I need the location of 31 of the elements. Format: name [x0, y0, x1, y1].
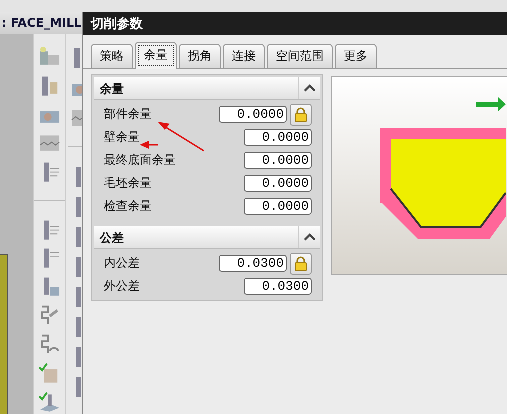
value-input-field[interactable]: 0.0000: [244, 152, 312, 169]
tab[interactable]: 更多: [335, 44, 377, 68]
section-title: 余量: [98, 81, 125, 98]
operation-name: : FACE_MILL: [1, 16, 82, 30]
tab[interactable]: 空间范围: [267, 44, 333, 68]
tab[interactable]: 策略: [91, 44, 133, 68]
lock-icon: [294, 106, 308, 122]
field-label: 最终底面余量: [104, 152, 176, 169]
field-label: 内公差: [104, 255, 140, 272]
lock-icon: [294, 256, 308, 272]
chevron-up-icon: [304, 84, 316, 92]
value-input-field[interactable]: 0.0000: [244, 129, 312, 146]
field-label: 检查余量: [104, 198, 152, 215]
value-input-field[interactable]: 0.0300: [219, 255, 287, 272]
tab[interactable]: 余量: [135, 42, 177, 69]
direction-arrow-icon: [476, 97, 506, 112]
value-input-field[interactable]: 0.0000: [244, 198, 312, 215]
tab[interactable]: 连接: [223, 44, 265, 68]
lock-button[interactable]: [290, 104, 312, 126]
tab[interactable]: 拐角: [179, 44, 221, 68]
field-label: 壁余量: [104, 129, 140, 146]
value-input-field[interactable]: 0.0300: [244, 278, 312, 295]
value-input-field[interactable]: 0.0000: [219, 106, 287, 123]
value-input-field[interactable]: 0.0000: [244, 175, 312, 192]
field-label: 部件余量: [104, 106, 152, 123]
section-title: 公差: [98, 230, 125, 247]
chevron-up-icon: [304, 233, 316, 241]
field-label: 毛坯余量: [104, 175, 152, 192]
dialog-title: 切削参数: [83, 12, 507, 35]
field-label: 外公差: [104, 278, 140, 295]
lock-button[interactable]: [290, 252, 312, 274]
